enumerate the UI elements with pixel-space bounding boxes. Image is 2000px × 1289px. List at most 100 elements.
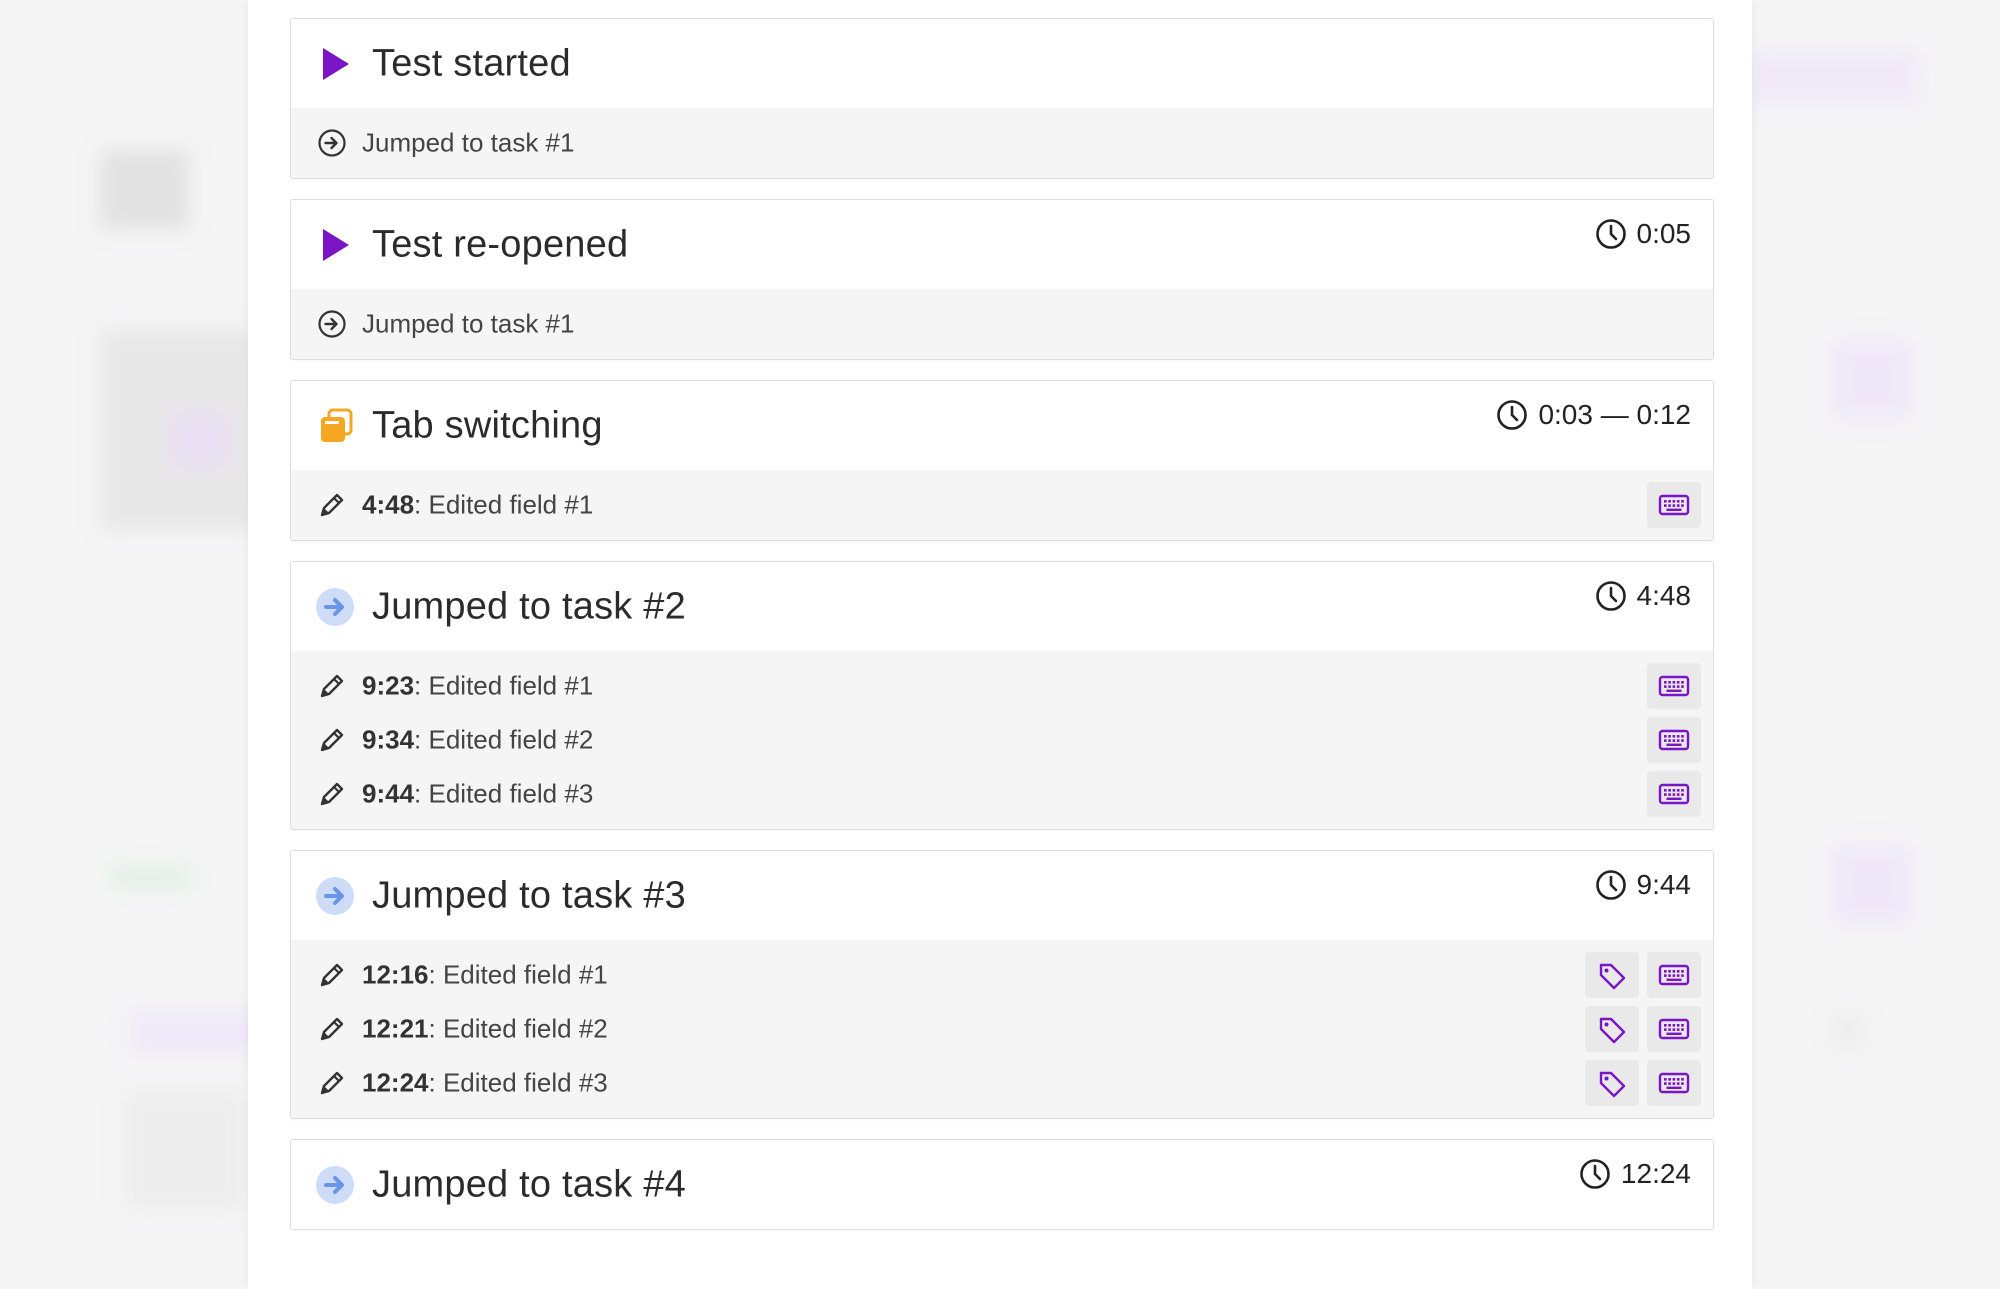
keyboard-icon [1657, 725, 1691, 755]
event-row-label: : Edited field #2 [428, 1013, 608, 1044]
jump-icon [315, 587, 355, 627]
tag-button[interactable] [1585, 1006, 1639, 1052]
event-row-time: 12:21 [362, 1013, 429, 1044]
keyboard-icon [1657, 671, 1691, 701]
arrow-circle-icon [317, 128, 347, 158]
event-list: Test started Jumped to task #1 Test re-ope… [290, 18, 1714, 1250]
row-actions [1647, 482, 1701, 528]
row-actions [1585, 952, 1701, 998]
row-actions [1647, 717, 1701, 763]
event-row-time: 9:34 [362, 724, 415, 755]
event-details: Jumped to task #1 [291, 289, 1713, 359]
event-timestamp: 9:44 [1595, 869, 1692, 901]
event-timestamp: 0:03 — 0:12 [1496, 399, 1691, 431]
clock-icon [1595, 218, 1627, 250]
event-time-text: 0:05 [1636, 218, 1692, 249]
keyboard-button[interactable] [1647, 717, 1701, 763]
event-row-label: : Edited field #2 [414, 724, 594, 755]
keyboard-button[interactable] [1647, 771, 1701, 817]
event-row: Jumped to task #1 [291, 297, 1713, 351]
event-row-text: 9:34: Edited field #2 [362, 725, 593, 756]
play-icon [315, 44, 355, 84]
keyboard-icon [1657, 490, 1691, 520]
event-row-time: 9:44 [362, 778, 415, 809]
pencil-icon [317, 490, 347, 520]
pencil-icon [317, 1014, 347, 1044]
event-card: Jumped to task #4 12:24 [290, 1139, 1714, 1230]
jump-icon [315, 876, 355, 916]
row-actions [1585, 1060, 1701, 1106]
clock-icon [1595, 580, 1627, 612]
event-row-label: : Edited field #1 [414, 670, 594, 701]
pencil-icon [317, 1068, 347, 1098]
event-row-text: 4:48: Edited field #1 [362, 490, 593, 521]
event-row-label: : Edited field #3 [414, 778, 594, 809]
row-actions [1585, 1006, 1701, 1052]
event-row: 12:24: Edited field #3 [291, 1056, 1713, 1110]
keyboard-button[interactable] [1647, 952, 1701, 998]
jump-icon [315, 1165, 355, 1205]
event-card: Jumped to task #3 9:44 12:16: Edited field… [290, 850, 1714, 1119]
event-card: Tab switching 0:03 — 0:12 4:48: Edited fie… [290, 380, 1714, 541]
keyboard-button[interactable] [1647, 1006, 1701, 1052]
event-details: 4:48: Edited field #1 [291, 470, 1713, 540]
event-row-label: : Edited field #3 [428, 1067, 608, 1098]
pencil-icon [317, 960, 347, 990]
pencil-icon [317, 725, 347, 755]
event-row-text: Jumped to task #1 [362, 309, 574, 340]
event-card: Jumped to task #2 4:48 9:23: Edited field … [290, 561, 1714, 830]
row-actions [1647, 663, 1701, 709]
event-row-time: 12:16 [362, 959, 429, 990]
keyboard-icon [1657, 960, 1691, 990]
keyboard-icon [1657, 1068, 1691, 1098]
event-row-text: 9:44: Edited field #3 [362, 779, 593, 810]
event-row: Jumped to task #1 [291, 116, 1713, 170]
keyboard-icon [1657, 1014, 1691, 1044]
event-row-time: 12:24 [362, 1067, 429, 1098]
activity-log-panel: Test started Jumped to task #1 Test re-ope… [248, 0, 1752, 1289]
event-header: Test re-opened 0:05 [291, 200, 1713, 289]
event-details: 9:23: Edited field #1 9:34: Edited field … [291, 651, 1713, 829]
event-row: 4:48: Edited field #1 [291, 478, 1713, 532]
keyboard-button[interactable] [1647, 482, 1701, 528]
event-row: 12:16: Edited field #1 [291, 948, 1713, 1002]
tag-icon [1595, 960, 1629, 990]
event-header: Jumped to task #4 12:24 [291, 1140, 1713, 1229]
event-timestamp: 12:24 [1579, 1158, 1691, 1190]
keyboard-button[interactable] [1647, 1060, 1701, 1106]
event-timestamp: 0:05 [1595, 218, 1692, 250]
event-row: 12:21: Edited field #2 [291, 1002, 1713, 1056]
keyboard-button[interactable] [1647, 663, 1701, 709]
event-row-text: 9:23: Edited field #1 [362, 671, 593, 702]
event-header: Tab switching 0:03 — 0:12 [291, 381, 1713, 470]
tag-button[interactable] [1585, 952, 1639, 998]
event-time-text: 9:44 [1636, 869, 1692, 900]
event-title: Jumped to task #4 [372, 1163, 686, 1205]
clock-icon [1595, 869, 1627, 901]
tag-button[interactable] [1585, 1060, 1639, 1106]
clock-icon [1579, 1158, 1611, 1190]
event-title: Jumped to task #2 [372, 585, 686, 627]
event-row-text: 12:24: Edited field #3 [362, 1068, 608, 1099]
event-details: Jumped to task #1 [291, 108, 1713, 178]
event-header: Jumped to task #2 4:48 [291, 562, 1713, 651]
pencil-icon [317, 671, 347, 701]
clock-icon [1496, 399, 1528, 431]
event-time-text: 4:48 [1636, 580, 1692, 611]
event-row: 9:44: Edited field #3 [291, 767, 1713, 821]
tag-icon [1595, 1068, 1629, 1098]
row-actions [1647, 771, 1701, 817]
event-header: Test started [291, 19, 1713, 108]
arrow-circle-icon [317, 309, 347, 339]
tag-icon [1595, 1014, 1629, 1044]
event-row-text: Jumped to task #1 [362, 128, 574, 159]
event-row-label: : Edited field #1 [428, 959, 608, 990]
event-title: Test started [372, 42, 571, 84]
event-row-label: : Edited field #1 [414, 489, 594, 520]
pencil-icon [317, 779, 347, 809]
event-time-text: 12:24 [1620, 1158, 1691, 1189]
event-row-label: Jumped to task #1 [362, 127, 575, 158]
tab-switch-icon [315, 406, 355, 446]
event-time-text: 0:03 — 0:12 [1538, 399, 1691, 430]
event-header: Jumped to task #3 9:44 [291, 851, 1713, 940]
